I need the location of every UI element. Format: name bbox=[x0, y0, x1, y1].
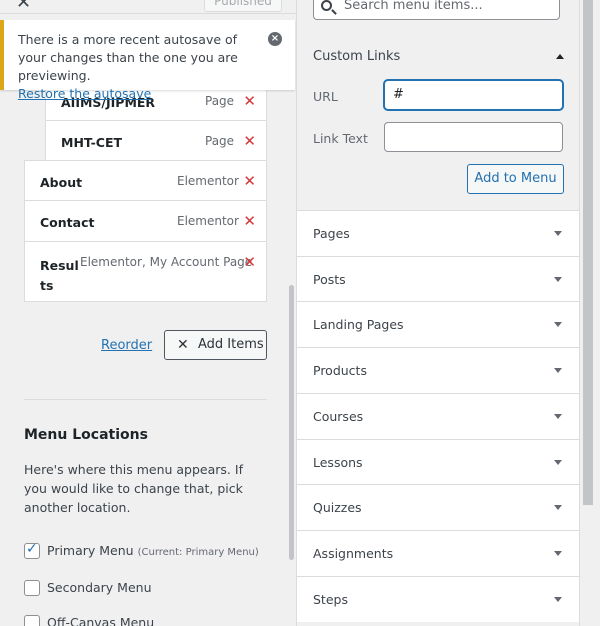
delete-icon[interactable]: ✕ bbox=[243, 132, 256, 150]
menu-locations-description: Here's where this menu appears. If you w… bbox=[24, 462, 243, 515]
menu-item-about[interactable]: About Elementor ✕ bbox=[24, 160, 267, 201]
expand-arrow-icon bbox=[554, 414, 562, 419]
accordion-posts[interactable]: Posts bbox=[297, 256, 579, 302]
menu-item-title: About bbox=[40, 175, 83, 190]
accordion-label: Lessons bbox=[313, 455, 363, 470]
checkbox[interactable]: ✓ bbox=[24, 541, 40, 559]
accordion-quizzes[interactable]: Quizzes bbox=[297, 484, 579, 530]
accordion-label: Courses bbox=[313, 409, 364, 424]
expand-arrow-icon bbox=[554, 322, 562, 327]
add-menu-items-panel: Search menu items... Custom Links URL # … bbox=[296, 0, 600, 626]
accordion-label: Quizzes bbox=[313, 500, 362, 515]
menu-item-type: Elementor, My Account Page bbox=[80, 255, 253, 269]
search-icon bbox=[321, 0, 332, 11]
expand-arrow-icon bbox=[554, 551, 562, 556]
checkmark-icon: ✓ bbox=[26, 541, 38, 557]
location-label: Primary Menu bbox=[47, 543, 134, 558]
accordion-assignments[interactable]: Assignments bbox=[297, 530, 579, 576]
delete-icon[interactable]: ✕ bbox=[243, 212, 256, 230]
autosave-notice: There is a more recent autosave of your … bbox=[0, 20, 295, 101]
search-input[interactable]: Search menu items... bbox=[313, 0, 560, 20]
customizer-header: ✕ Published bbox=[0, 0, 296, 14]
close-icon[interactable]: ✕ bbox=[16, 0, 31, 13]
search-placeholder: Search menu items... bbox=[344, 0, 483, 13]
menu-structure-panel: ✕ Published There is a more recent autos… bbox=[0, 0, 296, 626]
menu-item-mht-cet[interactable]: MHT-CET Page ✕ bbox=[45, 120, 267, 161]
accordion-label: Landing Pages bbox=[313, 317, 404, 332]
accordion-label: Pages bbox=[313, 226, 350, 241]
add-items-label: Add Items bbox=[198, 337, 264, 352]
close-icon: ✕ bbox=[177, 337, 189, 353]
add-items-button[interactable]: ✕ Add Items bbox=[164, 330, 267, 360]
accordion-lessons[interactable]: Lessons bbox=[297, 439, 579, 485]
menu-item-title: Resul ts bbox=[40, 258, 79, 293]
menu-item-type: Elementor bbox=[177, 174, 239, 188]
location-label: Off-Canvas Menu bbox=[47, 615, 155, 626]
menu-item-type: Elementor bbox=[177, 214, 239, 228]
menu-item-title: Contact bbox=[40, 215, 95, 230]
accordion-label: Products bbox=[313, 363, 367, 378]
menu-item-results[interactable]: Resul ts Elementor, My Account Page ✕ bbox=[24, 241, 267, 302]
url-label: URL bbox=[313, 89, 338, 104]
menu-item-contact[interactable]: Contact Elementor ✕ bbox=[24, 200, 267, 242]
expand-arrow-icon bbox=[554, 460, 562, 465]
accordion-courses[interactable]: Courses bbox=[297, 393, 579, 439]
url-field[interactable]: # bbox=[384, 80, 563, 110]
checkbox[interactable] bbox=[24, 615, 40, 626]
dismiss-icon[interactable]: × bbox=[268, 32, 282, 46]
accordion-label: Steps bbox=[313, 592, 348, 607]
accordion-label: Assignments bbox=[313, 546, 394, 561]
scrollbar[interactable] bbox=[289, 285, 294, 560]
delete-icon[interactable]: ✕ bbox=[243, 172, 256, 190]
accordion-pages[interactable]: Pages bbox=[297, 210, 579, 256]
link-text-field[interactable] bbox=[384, 122, 563, 152]
accordion-label: Posts bbox=[313, 272, 346, 287]
notice-message: There is a more recent autosave of your … bbox=[18, 32, 238, 83]
accordion-products[interactable]: Products bbox=[297, 347, 579, 393]
published-button[interactable]: Published bbox=[204, 0, 282, 12]
menu-locations-heading: Menu Locations bbox=[24, 427, 148, 443]
expand-arrow-icon bbox=[554, 231, 562, 236]
menu-item-type: Page bbox=[205, 134, 235, 148]
scrollbar-track[interactable] bbox=[579, 0, 600, 626]
add-to-menu-button[interactable]: Add to Menu bbox=[467, 164, 564, 194]
expand-arrow-icon bbox=[554, 597, 562, 602]
custom-links-section: Custom Links URL # Link Text Add to Menu bbox=[297, 34, 579, 210]
location-note: (Current: Primary Menu) bbox=[137, 547, 259, 558]
menu-item-title: MHT-CET bbox=[61, 135, 123, 150]
accordion-landing-pages[interactable]: Landing Pages bbox=[297, 301, 579, 347]
expand-arrow-icon bbox=[554, 277, 562, 282]
accordion-steps[interactable]: Steps bbox=[297, 576, 579, 622]
checkbox[interactable] bbox=[24, 580, 40, 596]
scrollbar-thumb[interactable] bbox=[583, 0, 593, 505]
restore-autosave-link[interactable]: Restore the autosave bbox=[18, 85, 265, 103]
expand-arrow-icon bbox=[554, 368, 562, 373]
custom-links-title[interactable]: Custom Links bbox=[313, 49, 400, 64]
location-label: Secondary Menu bbox=[47, 580, 152, 595]
divider bbox=[24, 399, 267, 400]
reorder-link[interactable]: Reorder bbox=[101, 338, 152, 353]
link-text-label: Link Text bbox=[313, 131, 368, 146]
expand-arrow-icon bbox=[554, 505, 562, 510]
delete-icon[interactable]: ✕ bbox=[243, 253, 256, 271]
collapse-arrow-icon[interactable] bbox=[556, 54, 564, 59]
